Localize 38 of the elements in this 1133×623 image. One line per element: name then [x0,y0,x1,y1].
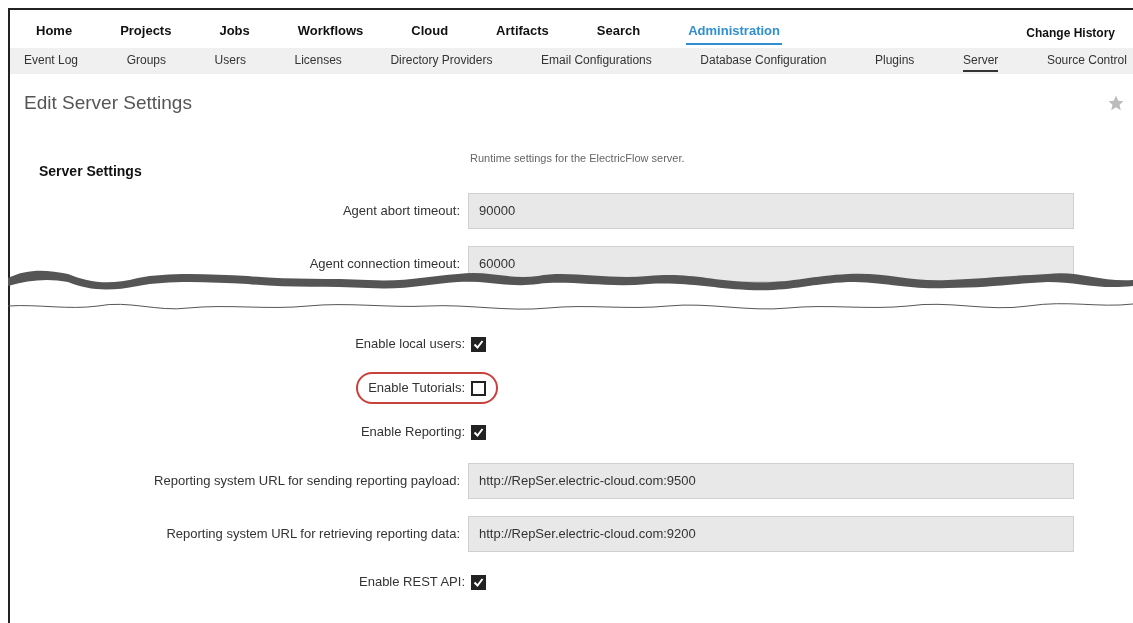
input-field[interactable]: http://RepSer.electric-cloud.com:9200 [468,515,1074,552]
field-label: Reporting system URL for sending reporting payload: [154,471,460,490]
star-icon[interactable] [1107,94,1125,112]
subnav-tab[interactable]: Source Control [1046,50,1127,72]
subnav-tab[interactable]: Database Configuration [700,50,827,72]
input-field[interactable]: http://RepSer.electric-cloud.com:9500 [468,462,1074,499]
subnav-tab[interactable]: Email Configurations [541,50,652,72]
nav-tab[interactable]: Home [34,21,75,45]
checkbox[interactable] [471,380,486,396]
field-label: Enable Reporting: [360,423,465,442]
subnav-tab[interactable]: Directory Providers [390,50,493,72]
field-label: Agent abort timeout: [342,201,460,220]
checkbox[interactable] [471,574,486,590]
input-field[interactable]: 90000 [468,192,1074,229]
nav-tab[interactable]: Cloud [409,21,451,45]
section-description: Runtime settings for the ElectricFlow server. [470,150,685,166]
field-label: Enable REST API: [359,573,465,592]
nav-tab[interactable]: Workflows [295,21,366,45]
nav-tab[interactable]: Search [594,21,643,45]
subnav-tab[interactable]: Users [214,50,246,72]
change-history-link[interactable]: Change History [1026,24,1115,42]
subnav-tab[interactable]: Server [962,50,999,72]
subnav-tab[interactable]: Licenses [294,50,342,72]
nav-tab[interactable]: Artifacts [494,21,551,45]
nav-tab[interactable]: Administration [686,21,782,45]
page-title: Edit Server Settings [24,90,192,115]
subnav-tab[interactable]: Plugins [875,50,915,72]
checkbox[interactable] [471,424,486,440]
field-label: Enable Tutorials: [368,379,465,398]
section-heading: Server Settings [39,161,143,181]
checkbox[interactable] [471,336,486,352]
nav-tab[interactable]: Jobs [217,21,252,45]
subnav-tab[interactable]: Groups [126,50,166,72]
field-label: Agent connection timeout: [309,254,460,273]
subnav-tab[interactable]: Event Log [24,50,79,72]
nav-tab[interactable]: Projects [118,21,174,45]
field-label: Enable local users: [355,335,465,354]
field-label: Reporting system URL for retrieving reporting data: [166,524,460,543]
